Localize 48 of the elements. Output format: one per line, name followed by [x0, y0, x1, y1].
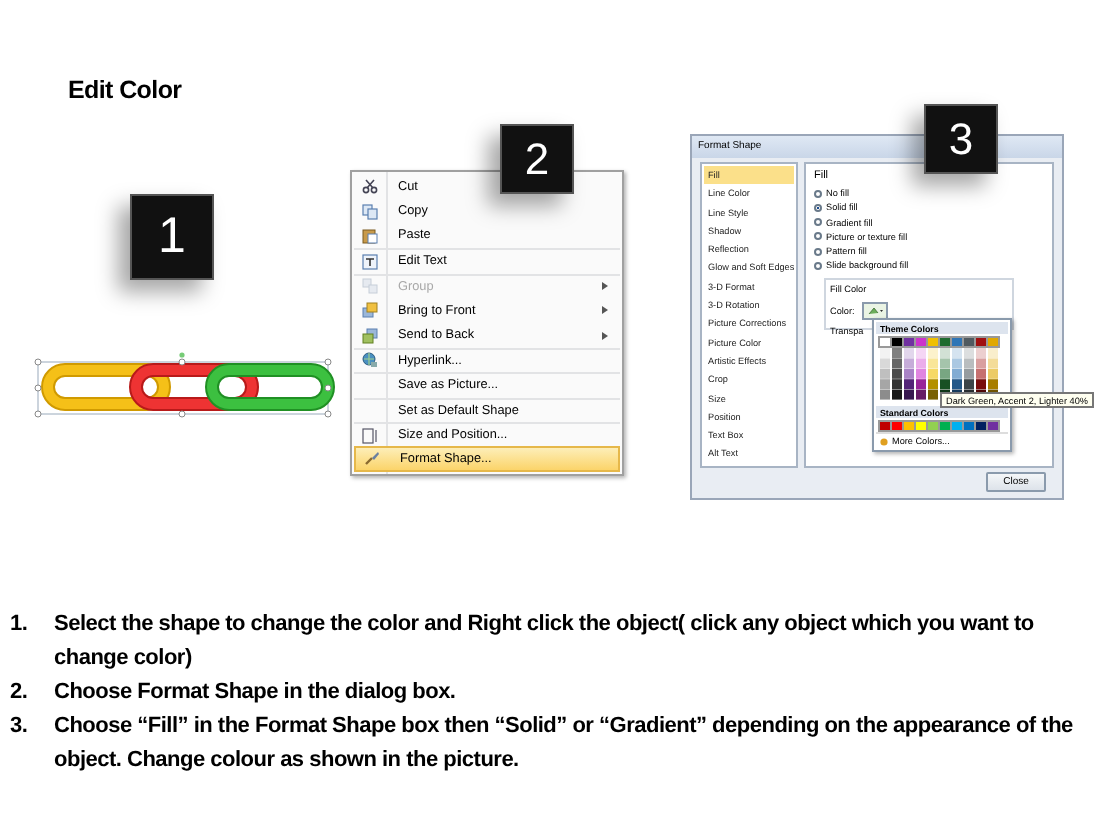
color-swatch[interactable]: [892, 337, 902, 345]
color-swatch[interactable]: [988, 337, 998, 345]
color-swatch[interactable]: [928, 337, 938, 345]
color-swatch[interactable]: [880, 421, 890, 429]
color-swatch[interactable]: [976, 421, 986, 429]
instruction-text: Choose “Fill” in the Format Shape box then “Solid” or “Gradient” depending on the appearance of the object. Change colour as shown in the picture.: [54, 712, 1075, 776]
scissors-icon: [362, 178, 378, 195]
slide-title: Edit Color: [66, 74, 184, 106]
color-swatch[interactable]: [940, 337, 950, 345]
text-box-icon: [362, 253, 378, 270]
step-number: 1.: [10, 610, 30, 640]
clipboard-icon: [362, 227, 378, 244]
color-swatch[interactable]: [916, 421, 926, 429]
step-number: 2.: [10, 678, 30, 708]
globe-icon: [362, 352, 378, 369]
radio-button[interactable]: [814, 203, 822, 212]
radio-button[interactable]: [814, 247, 822, 256]
color-swatch[interactable]: [892, 421, 902, 429]
color-swatch[interactable]: [964, 337, 974, 345]
color-swatch[interactable]: [976, 337, 986, 345]
step-number-badge: 3: [924, 104, 998, 174]
step-number-badge: 1: [130, 194, 214, 280]
color-swatch[interactable]: [904, 421, 914, 429]
instruction-text: Choose Format Shape in the dialog box.: [54, 678, 456, 708]
radio-button[interactable]: [814, 232, 822, 241]
color-swatch[interactable]: [952, 337, 962, 345]
color-swatch[interactable]: [940, 421, 950, 429]
step-number-badge: 2: [500, 124, 574, 194]
radio-button[interactable]: [814, 261, 822, 270]
copy-icon: [362, 203, 378, 220]
submenu-arrow-icon: [602, 282, 608, 291]
color-swatch[interactable]: [964, 421, 974, 429]
color-picker-button[interactable]: [862, 301, 889, 320]
resize-icon: [362, 427, 378, 444]
radio-button[interactable]: [814, 189, 822, 197]
instruction-text: Select the shape to change the color and Right click the object( click any object which you want to change color): [54, 610, 1036, 674]
color-swatch[interactable]: [928, 421, 938, 429]
submenu-arrow-icon: [602, 331, 608, 340]
group-icon: [362, 278, 378, 295]
paintbrush-icon: [364, 450, 380, 467]
color-swatch[interactable]: [916, 337, 926, 345]
color-swatch[interactable]: [904, 337, 914, 345]
color-swatch[interactable]: [988, 421, 998, 429]
color-swatch[interactable]: [952, 421, 962, 429]
submenu-arrow-icon: [602, 306, 608, 315]
color-dropdown-icon: [867, 305, 884, 316]
radio-button[interactable]: [814, 218, 822, 227]
step-number: 3.: [10, 712, 30, 742]
